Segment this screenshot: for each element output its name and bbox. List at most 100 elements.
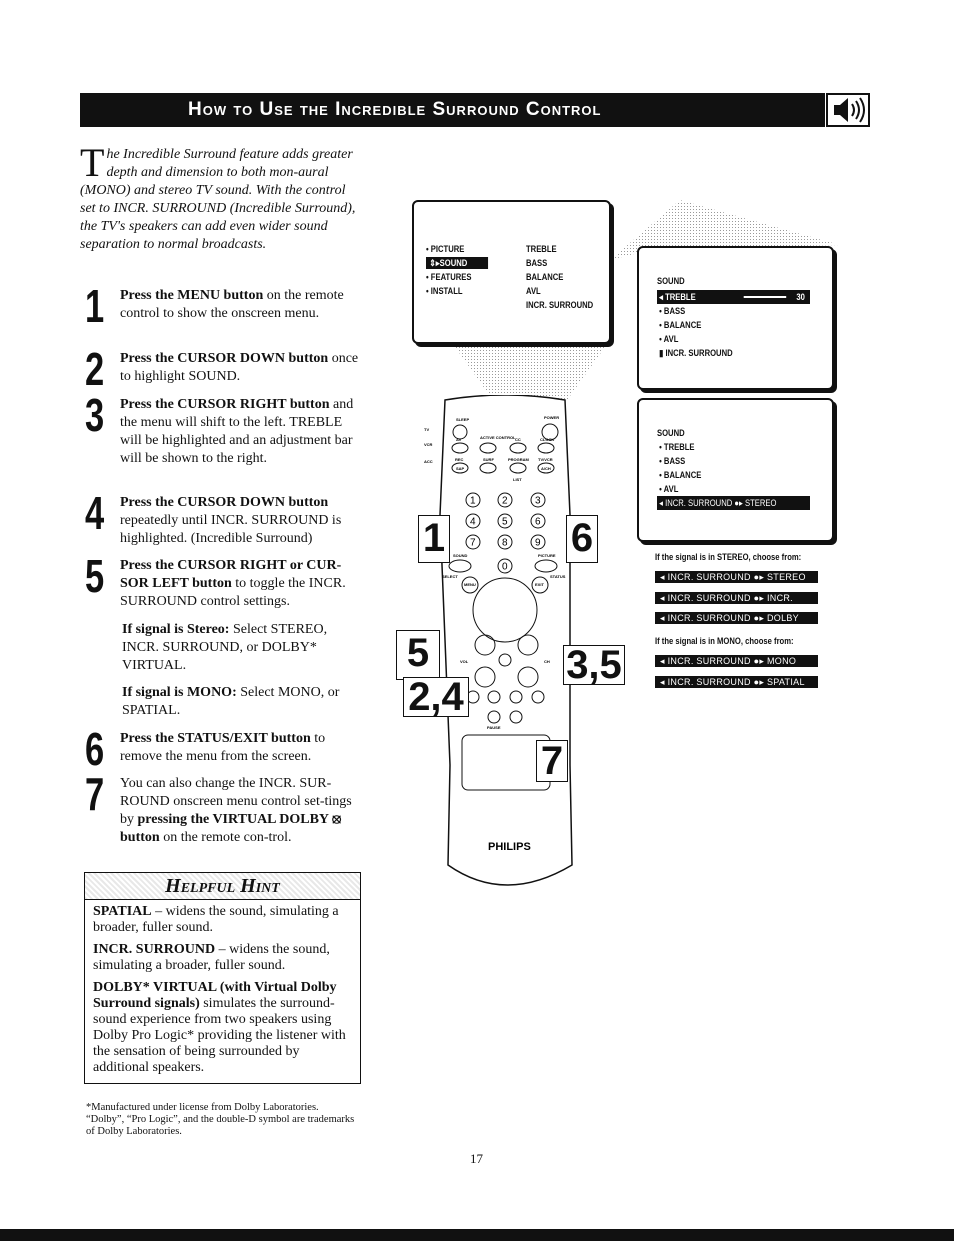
treble-row: ◂ TREBLE 30: [657, 290, 810, 304]
menu-item-install: • INSTALL: [426, 286, 463, 296]
menu-title: SOUND: [657, 276, 685, 286]
submenu-item: BALANCE: [526, 272, 564, 282]
step-text: on the remote con-trol.: [159, 830, 292, 845]
svg-text:CLOCK: CLOCK: [540, 437, 554, 442]
svg-text:AV: AV: [456, 437, 462, 442]
digit-label: 4: [470, 517, 476, 528]
digit-label: 9: [535, 538, 541, 549]
step-3: 3 Press the CURSOR RIGHT button and the m…: [85, 392, 360, 468]
step-instruction: Press the CURSOR DOWN button: [120, 495, 329, 510]
step-7: 7 You can also change the INCR. SUR-ROUND…: [85, 771, 360, 847]
svg-text:CC: CC: [515, 437, 521, 442]
svg-text:ACC: ACC: [424, 459, 433, 464]
drop-cap: T: [80, 140, 105, 185]
svg-text:LIST: LIST: [513, 477, 522, 482]
philips-logo: PHILIPS: [488, 841, 531, 853]
hint-item: INCR. SURROUND – widens the sound, simul…: [93, 942, 330, 973]
callout-1: 1: [418, 515, 450, 563]
submenu-item: • BASS: [657, 456, 686, 466]
svg-text:SAP: SAP: [456, 466, 465, 471]
hint-title: Helpful Hint: [85, 873, 360, 900]
step-number: 4: [85, 487, 105, 539]
submenu-item: ▮ INCR. SURROUND: [657, 348, 733, 358]
submenu-item: • BALANCE: [657, 320, 702, 330]
option-incr-surround: ◂ INCR. SURROUND ●▸ INCR. SURROUND: [655, 592, 818, 615]
svg-text:PROGRAM: PROGRAM: [508, 457, 530, 462]
submenu-item: INCR. SURROUND: [526, 300, 594, 310]
step-2: 2 Press the CURSOR DOWN button once to hi…: [85, 346, 360, 392]
digit-label: 1: [470, 496, 476, 507]
hint-item: DOLBY* VIRTUAL (with Virtual Dolby Surro…: [93, 980, 346, 1075]
tv-screen-sound-surround: SOUND • TREBLE • BASS • BALANCE • AVL ◂ …: [637, 398, 834, 542]
submenu-item: • BASS: [657, 306, 686, 316]
digit-label: 6: [535, 517, 541, 528]
submenu-item: TREBLE: [526, 244, 557, 254]
submenu-item: BASS: [526, 258, 548, 268]
submenu-item: AVL: [526, 286, 541, 296]
stereo-choices-label: If the signal is in STEREO, choose from:: [655, 552, 802, 562]
svg-text:VCR: VCR: [424, 442, 433, 447]
digit-label: 8: [502, 538, 508, 549]
option-mono: ◂ INCR. SURROUND ●▸ MONO: [655, 655, 818, 667]
treble-value: 30: [796, 292, 805, 302]
treble-slider: [743, 296, 787, 298]
submenu-item: • AVL: [657, 334, 679, 344]
tv-screen-main-menu: • PICTURE ⇕▸SOUND • FEATURES • INSTALL T…: [412, 200, 611, 344]
step-number: 5: [85, 550, 105, 602]
step-instruction: Press the CURSOR DOWN button: [120, 351, 329, 366]
option-stereo: ◂ INCR. SURROUND ●▸ STEREO: [655, 571, 818, 583]
tv-screen-sound-treble: SOUND ◂ TREBLE 30 • BASS • BALANCE • AVL …: [637, 246, 834, 390]
svg-text:POWER: POWER: [544, 415, 559, 420]
svg-text:MENU: MENU: [464, 582, 476, 587]
svg-text:PICTURE: PICTURE: [538, 553, 556, 558]
submenu-item: • AVL: [657, 484, 679, 494]
digit-label: 7: [470, 538, 476, 549]
callout-5: 5: [396, 630, 440, 680]
menu-item-features: • FEATURES: [426, 272, 472, 282]
svg-text:VOL: VOL: [460, 659, 469, 664]
svg-text:REC: REC: [455, 457, 464, 462]
svg-text:ACTIVE CONTROL: ACTIVE CONTROL: [480, 435, 516, 440]
callout-2-4: 2,4: [403, 677, 469, 717]
callout-6: 6: [566, 515, 598, 563]
intro-text: he Incredible Surround feature adds grea…: [80, 147, 356, 252]
intro-paragraph: The Incredible Surround feature adds gre…: [80, 140, 362, 254]
svg-text:SOUND: SOUND: [453, 553, 468, 558]
svg-text:CH: CH: [544, 659, 550, 664]
svg-text:A/CH: A/CH: [541, 466, 551, 471]
svg-text:PAUSE: PAUSE: [487, 725, 501, 730]
callout-7: 7: [536, 740, 568, 782]
svg-text:SELECT: SELECT: [442, 574, 458, 579]
svg-text:SURF: SURF: [483, 457, 494, 462]
helpful-hint-box: Helpful Hint SPATIAL – widens the sound,…: [84, 872, 361, 1084]
step-text: repeatedly until INCR. SURROUND is highl…: [120, 513, 342, 546]
step-1: 1 Press the MENU button on the remote con…: [85, 283, 360, 329]
step-instruction: Press the CURSOR RIGHT button: [120, 397, 330, 412]
step-4: 4 Press the CURSOR DOWN button repeatedly…: [85, 490, 360, 548]
option-spatial: ◂ INCR. SURROUND ●▸ SPATIAL: [655, 676, 818, 688]
digit-label: 2: [502, 496, 508, 507]
speaker-sound-icon: [826, 93, 870, 127]
submenu-item: • BALANCE: [657, 470, 702, 480]
page-number: 17: [470, 1151, 483, 1166]
digit-label: 5: [502, 517, 508, 528]
step-number: 1: [85, 280, 105, 332]
digit-label: 0: [502, 562, 508, 573]
mono-choices-label: If the signal is in MONO, choose from:: [655, 636, 794, 646]
digit-label: 3: [535, 496, 541, 507]
option-dolby-virtual: ◂ INCR. SURROUND ●▸ DOLBY VIRTUAL: [655, 612, 818, 635]
footnote: *Manufactured under license from Dolby L…: [86, 1102, 355, 1137]
menu-item-sound: ⇕▸SOUND: [426, 256, 488, 270]
step-instruction: Press the STATUS/EXIT button: [120, 731, 311, 746]
menu-item-picture: • PICTURE: [426, 244, 465, 254]
step-number: 3: [85, 389, 105, 441]
svg-text:TV/VCR: TV/VCR: [538, 457, 553, 462]
step-number: 7: [85, 768, 105, 820]
step-number: 2: [85, 343, 105, 395]
stereo-note: If signal is Stereo: Select STEREO, INCR…: [122, 622, 328, 673]
bottom-bar: [0, 1229, 954, 1241]
page-title: How to Use the Incredible Surround Contr…: [80, 93, 825, 127]
submenu-item: • TREBLE: [657, 442, 695, 452]
step-number: 6: [85, 723, 105, 775]
step-5: 5 Press the CURSOR RIGHT or CUR-SOR LEFT …: [85, 553, 360, 611]
